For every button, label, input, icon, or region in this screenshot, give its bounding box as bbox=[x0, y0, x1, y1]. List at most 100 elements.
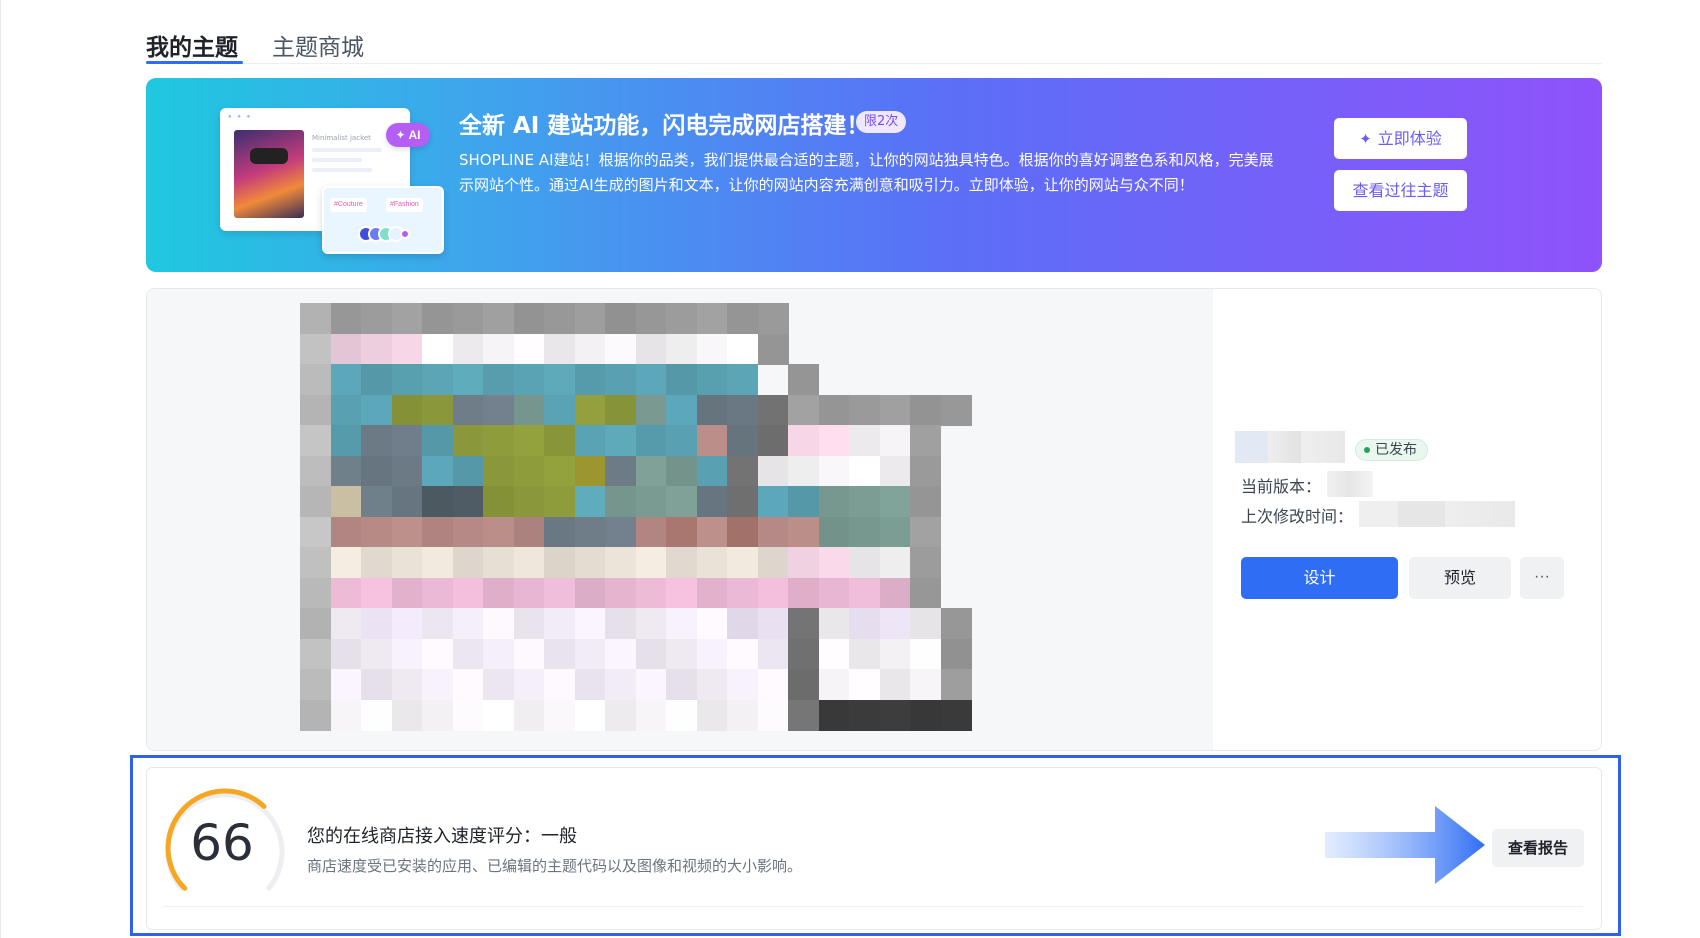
theme-tabs: 我的主题 主题商城 bbox=[146, 24, 1602, 64]
thumbnail-pixel bbox=[330, 669, 362, 700]
thumbnail-pixel bbox=[666, 638, 697, 670]
illustration-style-card: #Couture #Fashion bbox=[322, 186, 444, 254]
thumbnail-pixel bbox=[605, 577, 636, 609]
thumbnail-pixel bbox=[361, 516, 392, 548]
tab-theme-store[interactable]: 主题商城 bbox=[272, 28, 364, 62]
thumbnail-pixel bbox=[422, 608, 453, 639]
thumbnail-pixel bbox=[910, 638, 941, 670]
thumbnail-pixel bbox=[696, 333, 728, 365]
thumbnail-pixel bbox=[818, 394, 850, 426]
thumbnail-pixel bbox=[879, 699, 911, 731]
thumbnail-pixel bbox=[422, 425, 453, 456]
thumbnail-pixel bbox=[635, 699, 667, 731]
thumbnail-pixel bbox=[452, 333, 484, 365]
thumbnail-pixel bbox=[879, 394, 911, 426]
thumbnail-pixel bbox=[300, 486, 331, 517]
thumbnail-pixel bbox=[696, 425, 728, 456]
tab-my-themes[interactable]: 我的主题 bbox=[146, 28, 238, 62]
thumbnail-pixel bbox=[544, 333, 575, 365]
tag-chip: #Fashion bbox=[386, 198, 423, 212]
thumbnail-pixel bbox=[544, 486, 575, 517]
banner-description: SHOPLINE AI建站！根据你的品类，我们提供最合适的主题，让你的网站独具特… bbox=[459, 151, 1274, 194]
thumbnail-pixel bbox=[513, 333, 545, 365]
status-dot bbox=[1364, 447, 1370, 453]
thumbnail-pixel bbox=[788, 425, 819, 456]
thumbnail-pixel bbox=[422, 699, 453, 731]
thumbnail-pixel bbox=[788, 669, 819, 700]
thumbnail-pixel bbox=[666, 394, 697, 426]
thumbnail-pixel bbox=[422, 547, 453, 578]
thumbnail-pixel bbox=[452, 303, 484, 334]
thumbnail-pixel bbox=[666, 699, 697, 731]
ellipsis-icon: ··· bbox=[1534, 568, 1550, 585]
thumbnail-pixel bbox=[605, 547, 636, 578]
thumbnail-pixel bbox=[666, 303, 697, 334]
thumbnail-pixel bbox=[452, 608, 484, 639]
thumbnail-pixel bbox=[818, 638, 850, 670]
thumbnail-pixel bbox=[544, 394, 575, 426]
arrow-right-icon bbox=[1325, 806, 1485, 884]
thumbnail-pixel bbox=[574, 516, 606, 548]
thumbnail-pixel bbox=[574, 455, 606, 487]
try-now-label: 立即体验 bbox=[1377, 129, 1442, 148]
thumbnail-pixel bbox=[635, 577, 667, 609]
thumbnail-pixel bbox=[544, 577, 575, 609]
thumbnail-pixel bbox=[391, 638, 423, 670]
thumbnail-pixel bbox=[330, 516, 362, 548]
thumbnail-pixel bbox=[452, 638, 484, 670]
thumbnail-pixel bbox=[879, 486, 911, 517]
thumbnail-pixel bbox=[483, 425, 514, 456]
thumbnail-pixel bbox=[818, 486, 850, 517]
current-theme-card: 已发布 当前版本： 上次修改时间： 设计 预览 ··· bbox=[146, 288, 1602, 751]
thumbnail-pixel bbox=[330, 608, 362, 639]
thumbnail-pixel bbox=[452, 547, 484, 578]
thumbnail-pixel bbox=[391, 516, 423, 548]
thumbnail-pixel bbox=[483, 364, 514, 395]
thumbnail-pixel bbox=[391, 608, 423, 639]
thumbnail-pixel bbox=[300, 699, 331, 731]
try-now-button[interactable]: ✦ 立即体验 bbox=[1334, 118, 1467, 159]
limit-badge: 限2次 bbox=[856, 111, 907, 133]
thumbnail-pixel bbox=[696, 394, 728, 426]
thumbnail-pixel bbox=[788, 455, 819, 487]
thumbnail-pixel bbox=[483, 486, 514, 517]
thumbnail-pixel bbox=[788, 486, 819, 517]
view-report-button[interactable]: 查看报告 bbox=[1492, 829, 1584, 867]
thumbnail-pixel bbox=[879, 669, 911, 700]
thumbnail-pixel bbox=[330, 333, 362, 365]
thumbnail-pixel bbox=[574, 577, 606, 609]
preview-button[interactable]: 预览 bbox=[1409, 557, 1511, 599]
thumbnail-pixel bbox=[513, 425, 545, 456]
theme-thumbnail[interactable] bbox=[300, 303, 1030, 750]
theme-preview bbox=[147, 289, 1213, 750]
more-options-button[interactable]: ··· bbox=[1520, 557, 1564, 599]
thumbnail-pixel bbox=[788, 364, 819, 395]
illustration-line bbox=[312, 158, 362, 162]
thumbnail-pixel bbox=[300, 425, 331, 456]
thumbnail-pixel bbox=[452, 669, 484, 700]
thumbnail-pixel bbox=[666, 608, 697, 639]
thumbnail-pixel bbox=[666, 425, 697, 456]
design-button[interactable]: 设计 bbox=[1241, 557, 1398, 599]
thumbnail-pixel bbox=[727, 394, 758, 426]
thumbnail-pixel bbox=[849, 669, 880, 700]
thumbnail-pixel bbox=[483, 333, 514, 365]
view-past-themes-button[interactable]: 查看过往主题 bbox=[1334, 170, 1467, 211]
thumbnail-pixel bbox=[330, 547, 362, 578]
thumbnail-pixel bbox=[635, 394, 667, 426]
illustration-line bbox=[312, 148, 382, 152]
thumbnail-pixel bbox=[910, 455, 941, 487]
thumbnail-pixel bbox=[300, 638, 331, 670]
thumbnail-pixel bbox=[391, 394, 423, 426]
thumbnail-pixel bbox=[696, 669, 728, 700]
banner-title: 全新 AI 建站功能，闪电完成网店搭建！ bbox=[459, 113, 870, 139]
thumbnail-pixel bbox=[635, 669, 667, 700]
thumbnail-pixel bbox=[696, 608, 728, 639]
thumbnail-pixel bbox=[391, 699, 423, 731]
thumbnail-pixel bbox=[940, 638, 972, 670]
thumbnail-pixel bbox=[727, 638, 758, 670]
thumbnail-pixel bbox=[361, 547, 392, 578]
thumbnail-pixel bbox=[757, 303, 789, 334]
speed-title: 您的在线商店接入速度评分：一般 bbox=[307, 826, 577, 847]
thumbnail-pixel bbox=[849, 577, 880, 609]
